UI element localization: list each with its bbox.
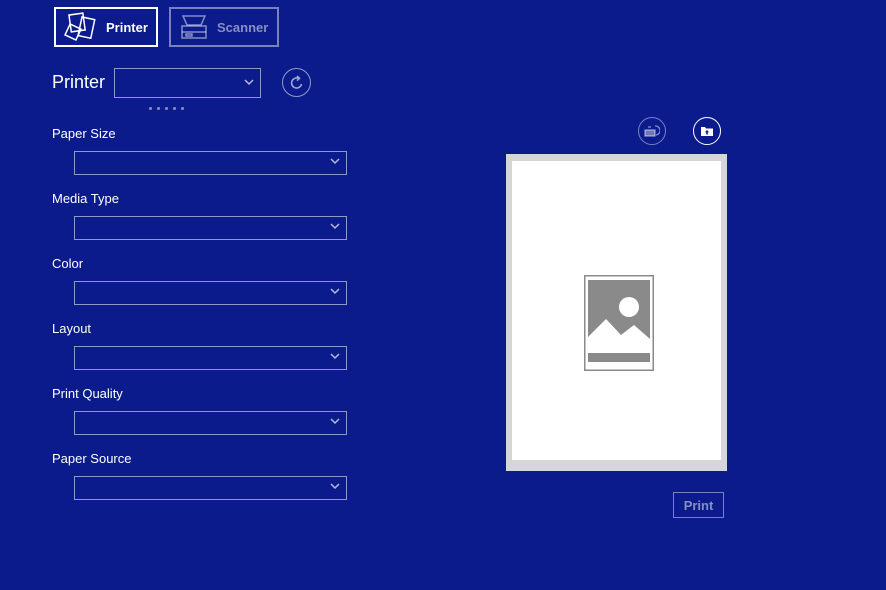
color-select[interactable] — [74, 281, 347, 305]
paper-size-label: Paper Size — [52, 126, 116, 141]
rotate-icon — [644, 125, 660, 137]
chevron-down-icon — [330, 288, 340, 295]
photos-icon — [64, 12, 96, 41]
image-placeholder-icon — [584, 275, 654, 371]
printer-label: Printer — [52, 72, 106, 92]
chevron-down-icon — [330, 353, 340, 360]
paper-source-label: Paper Source — [52, 451, 132, 466]
refresh-button[interactable] — [282, 68, 311, 97]
chevron-down-icon — [330, 158, 340, 165]
chevron-down-icon — [330, 223, 340, 230]
open-file-button[interactable] — [693, 117, 721, 145]
loading-dots — [149, 107, 184, 110]
layout-select[interactable] — [74, 346, 347, 370]
tab-scanner-label: Scanner — [217, 19, 269, 35]
color-label: Color — [52, 256, 84, 271]
media-type-label: Media Type — [52, 191, 119, 206]
layout-label: Layout — [52, 321, 92, 336]
tab-printer[interactable]: Printer — [54, 7, 158, 47]
print-quality-select[interactable] — [74, 411, 347, 435]
print-preview — [506, 154, 727, 471]
tab-printer-label: Printer — [106, 19, 148, 35]
chevron-down-icon — [330, 418, 340, 425]
preview-page — [512, 161, 721, 460]
media-type-select[interactable] — [74, 216, 347, 240]
paper-size-select[interactable] — [74, 151, 347, 175]
rotate-button[interactable] — [638, 117, 666, 145]
chevron-down-icon — [330, 483, 340, 490]
refresh-icon — [290, 74, 302, 89]
paper-source-select[interactable] — [74, 476, 347, 500]
print-button[interactable]: Print — [673, 492, 724, 518]
print-quality-label: Print Quality — [52, 386, 123, 401]
printer-select[interactable] — [114, 68, 261, 98]
folder-icon — [701, 127, 713, 136]
chevron-down-icon — [244, 79, 254, 86]
tab-scanner[interactable]: Scanner — [169, 7, 279, 47]
scanner-icon — [181, 15, 207, 39]
